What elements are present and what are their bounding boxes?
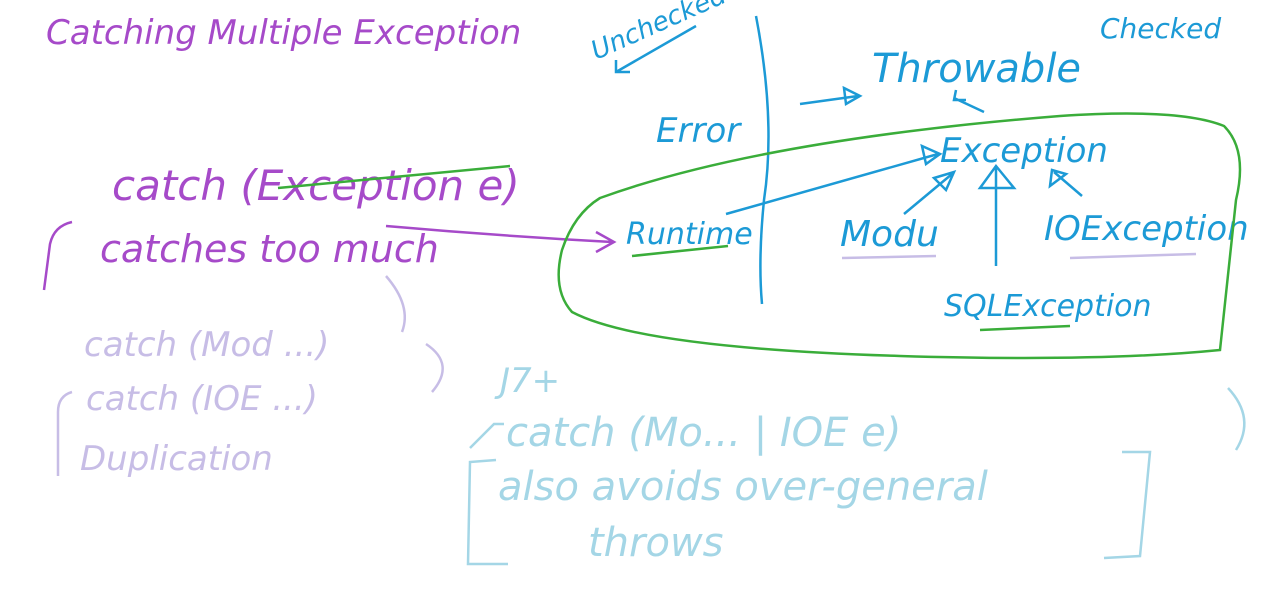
modu-node: Modu	[840, 214, 939, 255]
catch-ioe-line: catch (IOE ...)	[86, 379, 318, 419]
multi-catch-line: catch (Mo... | IOE e)	[506, 410, 901, 456]
exception-node: Exception	[940, 131, 1108, 171]
ioexception-node: IOException	[1044, 209, 1249, 249]
sqlexception-node: SQLException	[944, 289, 1152, 324]
runtime-node: Runtime	[626, 217, 753, 252]
whiteboard-canvas: Catching Multiple Exception catch (Excep…	[0, 0, 1268, 590]
throwable-node: Throwable	[872, 46, 1081, 92]
catch-mod-line: catch (Mod ...)	[84, 325, 329, 365]
catches-too-much-note: catches too much	[100, 227, 439, 271]
also-avoids-note: also avoids over-general	[498, 464, 988, 510]
throws-note: throws	[588, 520, 724, 566]
checked-label: Checked	[1100, 12, 1221, 45]
error-node: Error	[656, 111, 742, 151]
page-title: Catching Multiple Exception	[46, 13, 521, 53]
duplication-note: Duplication	[80, 439, 273, 479]
java7-version-label: J7+	[494, 361, 560, 401]
